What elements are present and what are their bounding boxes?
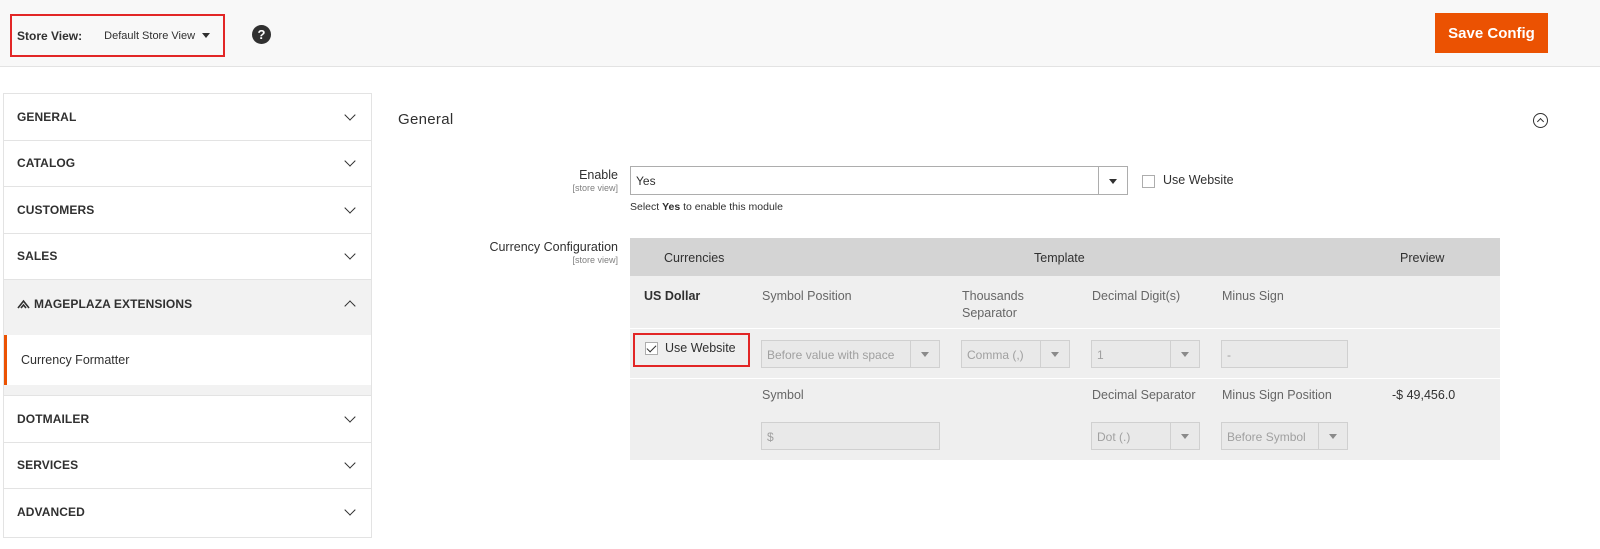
chevron-down-icon xyxy=(344,504,356,516)
currency-config-field-label: Currency Configuration [store view] xyxy=(440,240,618,265)
decimal-digits-select[interactable]: 1 xyxy=(1091,340,1200,368)
chevron-down-icon xyxy=(344,202,356,214)
sidebar-item-dotmailer[interactable]: DOTMAILER xyxy=(4,396,371,443)
caret-down-icon xyxy=(1109,178,1117,184)
enable-use-website-checkbox[interactable] xyxy=(1142,175,1155,188)
store-view-label: Store View: xyxy=(17,28,83,43)
sidebar-item-sales[interactable]: SALES xyxy=(4,234,371,280)
sidebar-item-label: SERVICES xyxy=(17,458,79,473)
sidebar-subitem-currency-formatter[interactable]: Currency Formatter xyxy=(4,335,371,385)
sidebar-item-label-wrap: MAGEPLAZA EXTENSIONS xyxy=(17,297,192,311)
minus-sign-input[interactable]: - xyxy=(1221,340,1348,368)
col-minus-sign: Minus Sign xyxy=(1222,289,1284,303)
enable-select-value: Yes xyxy=(636,174,656,188)
decimal-separator-select[interactable]: Dot (.) xyxy=(1091,422,1200,450)
sidebar-item-label: ADVANCED xyxy=(17,505,85,520)
sidebar-item-catalog[interactable]: CATALOG xyxy=(4,141,371,187)
minus-sign-value: - xyxy=(1227,348,1231,362)
chevron-down-icon xyxy=(344,109,356,121)
caret-down-icon xyxy=(921,352,929,357)
store-view-switcher[interactable]: Store View: Default Store View xyxy=(10,14,225,57)
caret-down-icon[interactable] xyxy=(202,33,211,38)
currency-config-grid: Currencies Template Preview US Dollar Sy… xyxy=(630,238,1500,460)
sidebar-subitems: Currency Formatter xyxy=(4,327,371,396)
col-thousands-separator-line1: Thousands xyxy=(962,289,1024,303)
decimal-separator-value: Dot (.) xyxy=(1097,430,1131,444)
page-actions-bar: Store View: Default Store View ? Save Co… xyxy=(0,0,1600,67)
col-decimal-separator: Decimal Separator xyxy=(1092,388,1196,402)
symbol-value: $ xyxy=(767,430,774,444)
chevron-down-icon xyxy=(344,457,356,469)
sidebar-item-label: MAGEPLAZA EXTENSIONS xyxy=(34,296,193,311)
chevron-down-icon xyxy=(344,155,356,167)
thousands-separator-toggle[interactable] xyxy=(1040,341,1069,367)
enable-scope: [store view] xyxy=(572,183,618,193)
chevron-down-icon xyxy=(344,411,356,423)
enable-use-website-label[interactable]: Use Website xyxy=(1163,173,1234,187)
enable-select-toggle[interactable] xyxy=(1098,167,1127,194)
preview-value: -$ 49,456.0 xyxy=(1392,388,1456,402)
symbol-position-value: Before value with space xyxy=(767,348,895,362)
chevron-up-icon xyxy=(344,299,356,312)
enable-select[interactable]: Yes xyxy=(630,166,1128,195)
minus-sign-position-select[interactable]: Before Symbol xyxy=(1221,422,1348,450)
sidebar-item-label: GENERAL xyxy=(17,109,77,124)
caret-down-icon xyxy=(1329,434,1337,439)
chevron-down-icon xyxy=(344,248,356,260)
sidebar-item-label: CUSTOMERS xyxy=(17,202,95,217)
sidebar-item-advanced[interactable]: ADVANCED xyxy=(4,489,371,536)
collapse-section-icon[interactable] xyxy=(1533,113,1548,128)
col-minus-sign-position: Minus Sign Position xyxy=(1222,388,1332,402)
minus-sign-position-value: Before Symbol xyxy=(1227,430,1306,444)
header-preview: Preview xyxy=(1400,251,1445,265)
decimal-digits-toggle[interactable] xyxy=(1170,341,1199,367)
sidebar-item-customers[interactable]: CUSTOMERS xyxy=(4,187,371,234)
use-website-highlight xyxy=(633,333,750,367)
col-symbol-position: Symbol Position xyxy=(762,289,852,303)
col-decimal-digits: Decimal Digit(s) xyxy=(1092,289,1181,303)
col-symbol: Symbol xyxy=(762,388,804,402)
enable-field-label: Enable [store view] xyxy=(470,168,618,193)
sidebar-item-label: DOTMAILER xyxy=(17,411,90,426)
currency-name: US Dollar xyxy=(644,289,701,303)
currency-config-scope: [store view] xyxy=(572,255,618,265)
enable-note: Select Yes to enable this module xyxy=(630,201,783,213)
decimal-separator-toggle[interactable] xyxy=(1170,423,1199,449)
row-divider xyxy=(630,378,1500,379)
enable-note-prefix: Select xyxy=(630,201,663,213)
symbol-position-toggle[interactable] xyxy=(910,341,939,367)
store-view-value[interactable]: Default Store View xyxy=(104,30,195,42)
row-divider xyxy=(630,328,1500,329)
config-sidebar: GENERAL CATALOG CUSTOMERS SALES MAGEPLAZ… xyxy=(3,93,372,538)
thousands-separator-select[interactable]: Comma (,) xyxy=(961,340,1070,368)
caret-down-icon xyxy=(1181,352,1189,357)
grid-header: Currencies Template Preview xyxy=(630,238,1500,276)
sidebar-item-mageplaza-extensions[interactable]: MAGEPLAZA EXTENSIONS xyxy=(4,280,371,327)
save-config-button[interactable]: Save Config xyxy=(1435,13,1548,53)
decimal-digits-value: 1 xyxy=(1097,348,1104,362)
question-icon[interactable]: ? xyxy=(252,25,271,44)
currency-config-label: Currency Configuration xyxy=(489,240,618,254)
minus-sign-position-toggle[interactable] xyxy=(1318,423,1347,449)
sidebar-item-services[interactable]: SERVICES xyxy=(4,443,371,489)
caret-down-icon xyxy=(1051,352,1059,357)
section-title[interactable]: General xyxy=(398,111,453,128)
sidebar-item-label: SALES xyxy=(17,249,58,264)
enable-label: Enable xyxy=(579,168,618,182)
col-thousands-separator-line2: Separator xyxy=(962,306,1017,320)
header-currencies: Currencies xyxy=(664,251,725,265)
thousands-separator-value: Comma (,) xyxy=(967,348,1024,362)
mageplaza-logo-icon xyxy=(17,299,30,309)
enable-note-suffix: to enable this module xyxy=(680,201,783,213)
caret-down-icon xyxy=(1181,434,1189,439)
enable-note-bold: Yes xyxy=(662,201,681,213)
symbol-position-select[interactable]: Before value with space xyxy=(761,340,940,368)
symbol-input[interactable]: $ xyxy=(761,422,940,450)
header-template: Template xyxy=(1034,251,1085,265)
sidebar-item-general[interactable]: GENERAL xyxy=(4,94,371,141)
sidebar-item-label: CATALOG xyxy=(17,156,76,171)
sidebar-subitem-label: Currency Formatter xyxy=(21,353,130,367)
